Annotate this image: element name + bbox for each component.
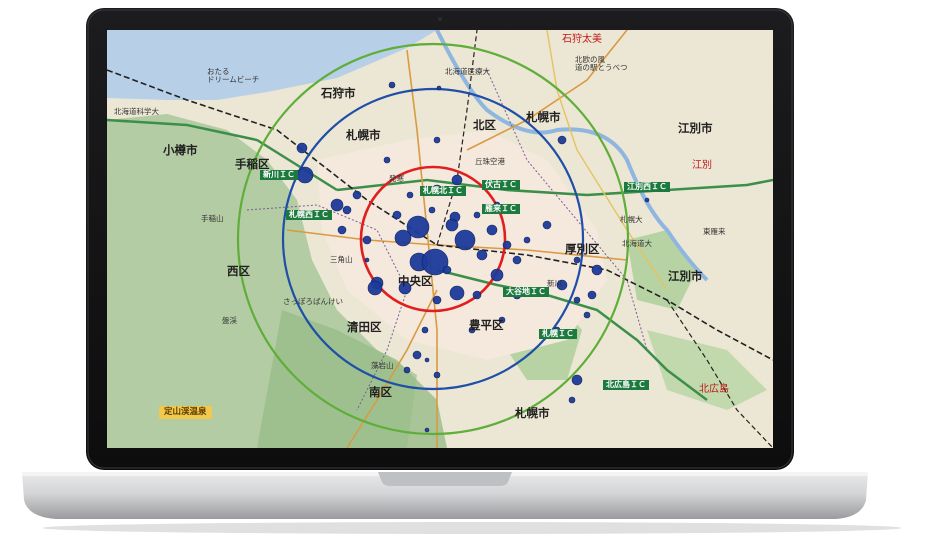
customer-marker[interactable]	[330, 198, 344, 212]
camera-dot	[438, 17, 442, 21]
customer-marker[interactable]	[523, 236, 531, 244]
customer-marker[interactable]	[424, 427, 430, 433]
customer-marker[interactable]	[296, 166, 314, 184]
map-place-label: 北区	[473, 118, 496, 132]
map-place-label: 北海道大	[622, 239, 652, 248]
laptop-shadow	[42, 522, 902, 534]
customer-marker[interactable]	[568, 396, 576, 404]
customer-marker[interactable]	[403, 366, 411, 374]
customer-marker[interactable]	[573, 256, 581, 264]
map-place-label: 石狩太美	[562, 34, 602, 45]
map-place-label: 南区	[369, 385, 392, 399]
map-place-label: 札幌北ＩＣ	[420, 186, 466, 196]
map-place-label: 藻岩山	[371, 361, 394, 370]
customer-marker[interactable]	[364, 257, 370, 263]
map-place-label: 小樽市	[163, 143, 198, 157]
customer-marker[interactable]	[472, 290, 482, 300]
trackpad-notch	[378, 472, 512, 486]
customer-marker[interactable]	[296, 142, 308, 154]
customer-marker[interactable]	[392, 210, 402, 220]
customer-marker[interactable]	[421, 326, 429, 334]
customer-marker[interactable]	[644, 197, 650, 203]
customer-marker[interactable]	[573, 296, 581, 304]
customer-marker[interactable]	[433, 136, 441, 144]
customer-marker[interactable]	[476, 249, 488, 261]
customer-marker[interactable]	[406, 191, 414, 199]
customer-marker[interactable]	[342, 205, 352, 215]
customer-marker[interactable]	[542, 220, 552, 230]
map-place-label: 伏古ＩＣ	[482, 180, 520, 190]
map-place-label: 北広島ＩＣ	[603, 380, 649, 390]
map-place-label: 新川ＩＣ	[260, 170, 298, 180]
map-place-label: 江別	[692, 160, 712, 171]
customer-marker[interactable]	[352, 190, 362, 200]
map-place-label: 江別市	[668, 269, 703, 283]
map-place-label: 石狩市	[321, 86, 356, 100]
customer-marker[interactable]	[367, 280, 383, 296]
map-place-label: 札幌市	[515, 406, 550, 420]
map-place-label: 中央区	[398, 274, 433, 288]
map-place-label: 豊平区	[469, 318, 504, 332]
customer-marker[interactable]	[436, 85, 442, 91]
map-place-label: 丘珠空港	[475, 157, 505, 166]
customer-marker[interactable]	[591, 264, 603, 276]
customer-marker[interactable]	[433, 371, 441, 379]
customer-marker[interactable]	[442, 265, 452, 275]
map-place-label: 三角山	[330, 255, 353, 264]
map-place-label: 北欧の風 道の駅とうべつ	[575, 55, 628, 72]
map-place-label: 札幌市	[346, 128, 381, 142]
customer-marker[interactable]	[383, 156, 391, 164]
map-place-label: 盤渓	[222, 316, 237, 325]
customer-marker[interactable]	[388, 81, 396, 89]
map-place-label: 東雁来	[703, 227, 726, 236]
map-place-label: 大谷地ＩＣ	[503, 287, 549, 297]
customer-marker[interactable]	[337, 225, 347, 235]
map-place-label: 北海道医療大	[445, 67, 490, 76]
map-place-label: 発寒	[389, 174, 404, 183]
map-place-label: 手稲区	[235, 157, 270, 171]
customer-marker[interactable]	[454, 229, 476, 251]
customer-marker[interactable]	[557, 135, 567, 145]
customer-marker[interactable]	[394, 229, 412, 247]
map-place-label: 厚別区	[565, 242, 600, 256]
customer-marker[interactable]	[486, 224, 498, 236]
map-place-label: 新川	[547, 279, 562, 288]
map-place-label: 札幌市	[526, 110, 561, 124]
customer-marker[interactable]	[362, 235, 372, 245]
customer-marker[interactable]	[583, 311, 591, 319]
map-place-label: 北広島	[699, 384, 729, 395]
customer-marker[interactable]	[490, 268, 504, 282]
customer-marker[interactable]	[473, 211, 481, 219]
customer-marker[interactable]	[512, 255, 522, 265]
customer-marker[interactable]	[428, 206, 436, 214]
map-place-label: 清田区	[347, 320, 382, 334]
map-place-label: さっぽろばんけい	[283, 297, 343, 306]
customer-marker[interactable]	[449, 285, 465, 301]
map-place-label: 雁来ＩＣ	[482, 204, 520, 214]
customer-marker[interactable]	[451, 174, 463, 186]
customer-marker[interactable]	[571, 374, 583, 386]
map-place-label: おたる ドリームビーチ	[207, 67, 260, 84]
customer-marker[interactable]	[412, 350, 422, 360]
map-place-label: 西区	[227, 264, 250, 278]
map-place-label: 江別市	[678, 121, 713, 135]
map-place-label: 定山渓温泉	[159, 406, 212, 419]
customer-marker[interactable]	[502, 240, 512, 250]
customer-marker[interactable]	[432, 295, 442, 305]
customer-marker[interactable]	[445, 218, 459, 232]
map-place-label: 手稲山	[201, 214, 224, 223]
map-place-label: 北海道科学大	[114, 107, 159, 116]
customer-marker[interactable]	[424, 357, 430, 363]
map-canvas[interactable]	[107, 30, 773, 448]
map-place-label: 江別西ＩＣ	[624, 182, 670, 192]
map-place-label: 札幌西ＩＣ	[286, 210, 332, 220]
map-place-label: 札幌ＩＣ	[539, 329, 577, 339]
map-place-label: 札幌大	[620, 215, 643, 224]
customer-marker[interactable]	[587, 290, 597, 300]
map-screen[interactable]: 石狩市 札幌市 北区 札幌市 江別市 小樽市 手稲区 西区 厚別区 江別市 豊平区 南区 札幌市 中央区清…	[107, 30, 773, 448]
